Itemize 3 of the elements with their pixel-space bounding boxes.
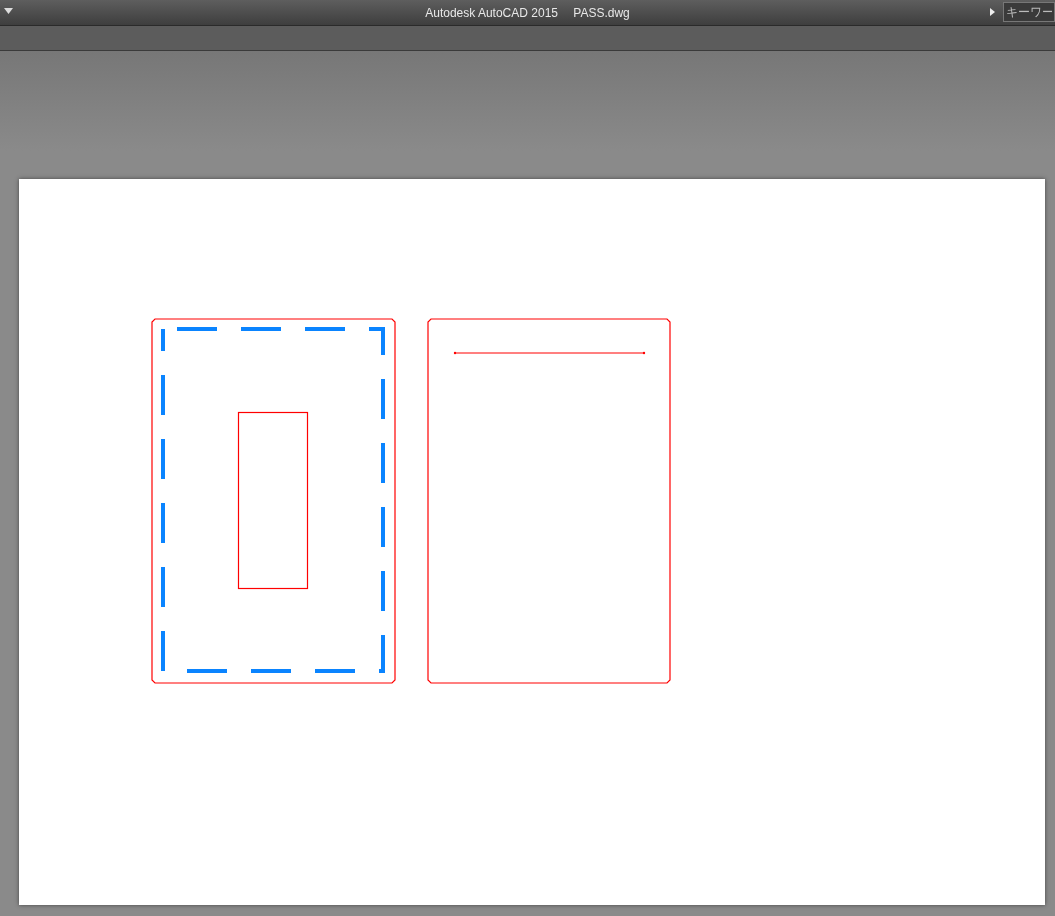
expand-arrow-icon[interactable] bbox=[990, 8, 995, 16]
window-title: Autodesk AutoCAD 2015 PASS.dwg bbox=[425, 4, 630, 22]
menu-arrow-icon[interactable] bbox=[4, 8, 13, 14]
